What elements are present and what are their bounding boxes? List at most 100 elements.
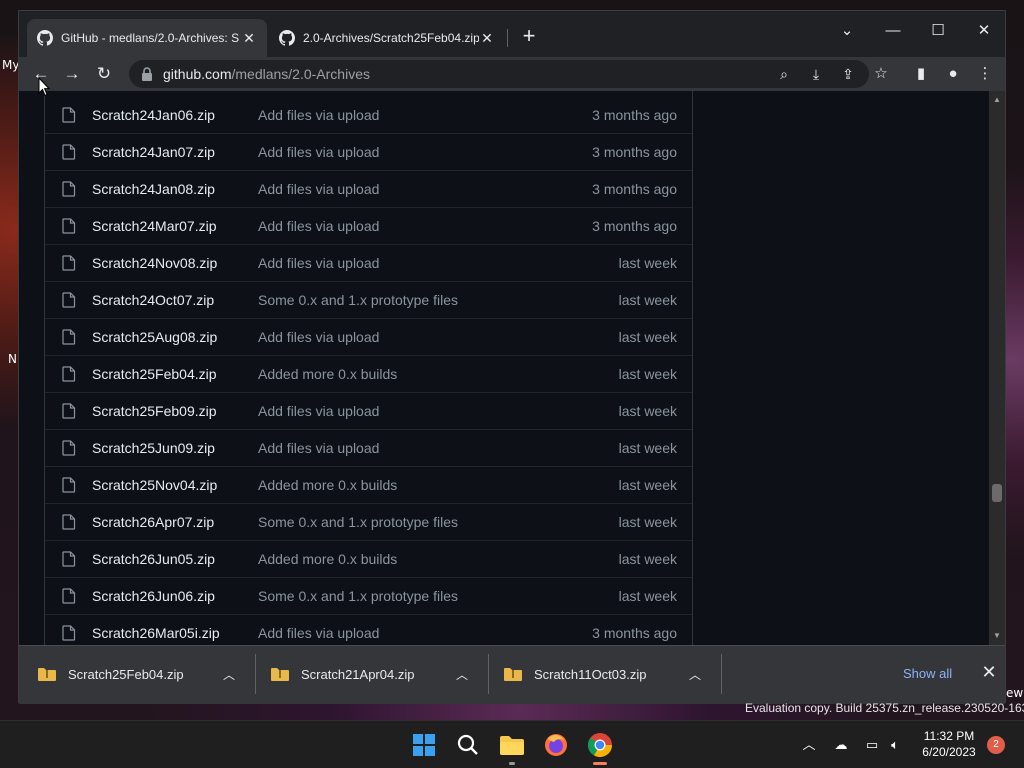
file-name-link[interactable]: Scratch26Mar05i.zip bbox=[92, 625, 220, 641]
file-name-link[interactable]: Scratch24Jan06.zip bbox=[92, 107, 215, 123]
volume-icon[interactable]: 🔈︎ bbox=[885, 735, 905, 755]
file-row[interactable]: Scratch25Aug08.zip Add files via upload la… bbox=[45, 318, 692, 355]
windows-start-icon[interactable] bbox=[408, 729, 440, 761]
commit-message-link[interactable]: Added more 0.x builds bbox=[258, 551, 397, 567]
file-row[interactable]: Scratch25Nov04.zip Added more 0.x builds l… bbox=[45, 466, 692, 503]
file-name-link[interactable]: Scratch25Nov04.zip bbox=[92, 477, 217, 493]
address-bar[interactable]: github.com/medlans/2.0-Archives ⌕ ⤓ ⇪ bbox=[129, 60, 869, 88]
commit-message-link[interactable]: Add files via upload bbox=[258, 440, 379, 456]
tab-github-repo[interactable]: GitHub - medlans/2.0-Archives: S ✕ bbox=[27, 19, 267, 57]
file-name-link[interactable]: Scratch25Feb04.zip bbox=[92, 366, 217, 382]
bookmark-star-icon[interactable]: ☆ bbox=[868, 61, 894, 87]
file-row[interactable]: Scratch24Jan08.zip Add files via upload 3 … bbox=[45, 170, 692, 207]
commit-time: last week bbox=[618, 588, 677, 604]
file-icon bbox=[62, 625, 76, 641]
download-item[interactable]: Scratch21Apr04.zip ︿ bbox=[252, 654, 484, 694]
file-icon bbox=[62, 255, 76, 271]
file-name-link[interactable]: Scratch25Feb09.zip bbox=[92, 403, 217, 419]
file-name-link[interactable]: Scratch26Jun06.zip bbox=[92, 588, 215, 604]
tab-close-icon[interactable]: ✕ bbox=[479, 30, 495, 47]
lock-icon[interactable] bbox=[141, 67, 153, 81]
file-icon bbox=[62, 588, 76, 604]
download-item[interactable]: Scratch11Oct03.zip ︿ bbox=[485, 654, 717, 694]
show-all-downloads-link[interactable]: Show all bbox=[903, 666, 952, 681]
commit-message-link[interactable]: Add files via upload bbox=[258, 625, 379, 641]
commit-message-link[interactable]: Added more 0.x builds bbox=[258, 477, 397, 493]
maximize-icon[interactable]: ☐ bbox=[918, 17, 958, 45]
file-row[interactable]: Scratch25Jun09.zip Add files via upload la… bbox=[45, 429, 692, 466]
chevron-up-icon[interactable]: ︿ bbox=[685, 666, 705, 683]
file-name-link[interactable]: Scratch24Jan08.zip bbox=[92, 181, 215, 197]
commit-message-link[interactable]: Some 0.x and 1.x prototype files bbox=[258, 292, 458, 308]
menu-kebab-icon[interactable]: ⋮ bbox=[972, 61, 998, 87]
chrome-icon[interactable] bbox=[584, 729, 616, 765]
commit-message-link[interactable]: Add files via upload bbox=[258, 329, 379, 345]
close-download-shelf-icon[interactable]: ✕ bbox=[977, 660, 1001, 684]
file-name-link[interactable]: Scratch24Nov08.zip bbox=[92, 255, 217, 271]
notification-badge[interactable]: 2 bbox=[987, 736, 1005, 754]
file-name-link[interactable]: Scratch25Jun09.zip bbox=[92, 440, 215, 456]
file-row[interactable]: Scratch24Nov08.zip Add files via upload la… bbox=[45, 244, 692, 281]
tab-close-icon[interactable]: ✕ bbox=[241, 30, 257, 47]
profile-icon[interactable]: ● bbox=[940, 61, 966, 87]
new-tab-plus-icon[interactable]: + bbox=[517, 25, 541, 49]
file-icon bbox=[62, 514, 76, 530]
file-name-link[interactable]: Scratch24Mar07.zip bbox=[92, 218, 217, 234]
commit-message-link[interactable]: Add files via upload bbox=[258, 144, 379, 160]
search-icon[interactable] bbox=[452, 729, 484, 761]
commit-time: 3 months ago bbox=[592, 625, 677, 641]
commit-time: last week bbox=[618, 551, 677, 567]
commit-message-link[interactable]: Add files via upload bbox=[258, 107, 379, 123]
onedrive-offline-icon[interactable]: ☁ bbox=[831, 735, 851, 755]
file-name-link[interactable]: Scratch26Apr07.zip bbox=[92, 514, 214, 530]
commit-message-link[interactable]: Some 0.x and 1.x prototype files bbox=[258, 588, 458, 604]
file-row[interactable]: Scratch26Jun05.zip Added more 0.x builds l… bbox=[45, 540, 692, 577]
file-icon bbox=[62, 403, 76, 419]
minimize-icon[interactable]: — bbox=[873, 17, 913, 45]
scroll-thumb[interactable] bbox=[992, 484, 1002, 502]
commit-message-link[interactable]: Add files via upload bbox=[258, 255, 379, 271]
tray-chevron-up-icon[interactable]: ︿ bbox=[799, 735, 819, 755]
file-explorer-icon[interactable] bbox=[496, 729, 528, 765]
zoom-search-icon[interactable]: ⌕ bbox=[775, 65, 793, 83]
file-row[interactable]: Scratch24Jan07.zip Add files via upload 3 … bbox=[45, 133, 692, 170]
file-row[interactable]: Scratch25Feb04.zip Added more 0.x builds l… bbox=[45, 355, 692, 392]
commit-message-link[interactable]: Some 0.x and 1.x prototype files bbox=[258, 514, 458, 530]
file-name-link[interactable]: Scratch25Aug08.zip bbox=[92, 329, 217, 345]
file-row[interactable]: Scratch26Jun06.zip Some 0.x and 1.x proto… bbox=[45, 577, 692, 614]
file-row[interactable]: Scratch26Apr07.zip Some 0.x and 1.x proto… bbox=[45, 503, 692, 540]
tab-search-chevron-down-icon[interactable]: ⌄ bbox=[827, 17, 867, 45]
file-row[interactable]: Scratch25Feb09.zip Add files via upload la… bbox=[45, 392, 692, 429]
chevron-up-icon[interactable]: ︿ bbox=[219, 666, 239, 683]
commit-message-link[interactable]: Added more 0.x builds bbox=[258, 366, 397, 382]
file-row[interactable]: Scratch24Jan06.zip Add files via upload 3 … bbox=[45, 91, 692, 133]
forward-arrow-icon[interactable]: → bbox=[59, 61, 85, 87]
network-icon[interactable]: ▭ bbox=[862, 735, 882, 755]
file-row[interactable]: Scratch24Mar07.zip Add files via upload 3 … bbox=[45, 207, 692, 244]
download-filename: Scratch25Feb04.zip bbox=[68, 666, 184, 682]
tab-zip-file[interactable]: 2.0-Archives/Scratch25Feb04.zip ✕ bbox=[269, 19, 505, 57]
file-name-link[interactable]: Scratch26Jun05.zip bbox=[92, 551, 215, 567]
install-download-icon[interactable]: ⤓ bbox=[807, 65, 825, 83]
commit-time: last week bbox=[618, 255, 677, 271]
commit-message-link[interactable]: Add files via upload bbox=[258, 403, 379, 419]
file-name-link[interactable]: Scratch24Jan07.zip bbox=[92, 144, 215, 160]
reload-icon[interactable]: ↻ bbox=[91, 61, 117, 87]
side-panel-icon[interactable]: ▮ bbox=[908, 61, 934, 87]
window-close-icon[interactable]: ✕ bbox=[964, 17, 1004, 45]
file-row[interactable]: Scratch24Oct07.zip Some 0.x and 1.x proto… bbox=[45, 281, 692, 318]
commit-message-link[interactable]: Add files via upload bbox=[258, 218, 379, 234]
scroll-up-arrow-icon[interactable]: ▲ bbox=[989, 93, 1005, 107]
file-row[interactable]: Scratch26Mar05i.zip Add files via upload 3… bbox=[45, 614, 692, 645]
commit-time: last week bbox=[618, 366, 677, 382]
github-icon bbox=[279, 30, 295, 46]
file-name-link[interactable]: Scratch24Oct07.zip bbox=[92, 292, 214, 308]
chevron-up-icon[interactable]: ︿ bbox=[452, 666, 472, 683]
share-icon[interactable]: ⇪ bbox=[839, 65, 857, 83]
download-item[interactable]: Scratch25Feb04.zip ︿ bbox=[19, 654, 251, 694]
scroll-down-arrow-icon[interactable]: ▼ bbox=[989, 629, 1005, 643]
commit-message-link[interactable]: Add files via upload bbox=[258, 181, 379, 197]
firefox-icon[interactable] bbox=[540, 729, 572, 761]
system-clock[interactable]: 11:32 PM 6/20/2023 bbox=[908, 728, 990, 760]
page-scrollbar[interactable]: ▲ ▼ bbox=[989, 91, 1005, 645]
